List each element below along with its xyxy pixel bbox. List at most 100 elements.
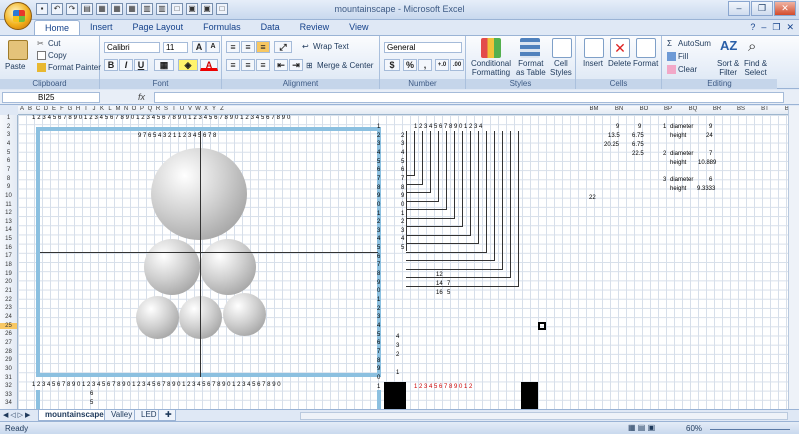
column-header-bt[interactable]: BT <box>753 106 777 112</box>
paste-button[interactable]: Paste <box>5 62 25 71</box>
clear-button[interactable]: Clear <box>667 65 697 75</box>
row-header-19[interactable]: 19 <box>0 271 17 277</box>
column-header-v[interactable]: V <box>186 106 194 112</box>
row-header-16[interactable]: 16 <box>0 245 17 251</box>
tab-view[interactable]: View <box>339 20 378 35</box>
binoculars-icon[interactable]: ⌕ <box>748 38 768 58</box>
insert-cells-icon[interactable] <box>584 38 604 58</box>
comma-button[interactable]: , <box>418 59 432 71</box>
border-icon[interactable]: ▦ <box>96 3 108 15</box>
format-button[interactable]: Format <box>633 59 658 68</box>
sort-filter-icon[interactable]: AZ <box>720 38 740 58</box>
conditional-formatting-button[interactable]: Conditional Formatting <box>471 59 511 77</box>
delete-button[interactable]: Delete <box>608 59 631 68</box>
copy-button[interactable]: Copy <box>37 51 67 61</box>
column-header-g[interactable]: G <box>66 106 74 112</box>
minimize-button[interactable]: – <box>728 1 750 16</box>
office-button[interactable] <box>4 2 32 30</box>
name-box[interactable]: BI25 <box>2 92 100 103</box>
column-header-o[interactable]: O <box>130 106 138 112</box>
format-as-table-button[interactable]: Format as Table <box>516 59 546 77</box>
bold-button[interactable]: B <box>104 59 118 71</box>
row-header-10[interactable]: 10 <box>0 193 17 199</box>
close-button[interactable]: ✕ <box>774 1 796 16</box>
column-header-br[interactable]: BR <box>705 106 729 112</box>
align-left-button[interactable]: ≡ <box>226 59 240 71</box>
percent-button[interactable]: % <box>403 59 417 71</box>
column-header-w[interactable]: W <box>194 106 202 112</box>
row-header-21[interactable]: 21 <box>0 288 17 294</box>
autosum-button[interactable]: Σ AutoSum <box>667 39 711 48</box>
horizontal-scrollbar[interactable] <box>300 412 788 420</box>
column-header-t[interactable]: T <box>170 106 178 112</box>
box-icon-3[interactable]: ▣ <box>201 3 213 15</box>
help-icon[interactable]: ? <box>750 22 755 33</box>
row-header-1[interactable]: 1 <box>0 115 17 121</box>
fill-button[interactable]: Fill <box>667 52 688 62</box>
formula-input[interactable] <box>154 92 784 103</box>
italic-button[interactable]: I <box>119 59 133 71</box>
row-header-23[interactable]: 23 <box>0 305 17 311</box>
currency-button[interactable]: $ <box>384 59 400 71</box>
format-as-table-icon[interactable] <box>520 38 540 58</box>
increase-decimal-button[interactable]: +.0 <box>435 59 449 71</box>
decrease-decimal-button[interactable]: .00 <box>450 59 464 71</box>
tab-formulas[interactable]: Formulas <box>193 20 251 35</box>
column-header-bm[interactable]: BM <box>582 106 606 112</box>
column-header-i[interactable]: I <box>82 106 90 112</box>
column-header-x[interactable]: X <box>202 106 210 112</box>
row-header-26[interactable]: 26 <box>0 331 17 337</box>
underline-button[interactable]: U <box>134 59 148 71</box>
row-header-6[interactable]: 6 <box>0 158 17 164</box>
redo-icon[interactable]: ↷ <box>66 3 78 15</box>
undo-icon[interactable]: ↶ <box>51 3 63 15</box>
column-header-q[interactable]: Q <box>146 106 154 112</box>
paste-icon[interactable] <box>8 40 28 60</box>
row-header-12[interactable]: 12 <box>0 210 17 216</box>
cell-styles-button[interactable]: Cell Styles <box>550 59 572 77</box>
tab-page-layout[interactable]: Page Layout <box>123 20 194 35</box>
view-buttons[interactable]: ▦ ▤ ▣ <box>628 423 655 432</box>
column-header-b[interactable]: B <box>26 106 34 112</box>
row-header-24[interactable]: 24 <box>0 314 17 320</box>
column-header-m[interactable]: M <box>114 106 122 112</box>
format-cells-icon[interactable] <box>636 38 656 58</box>
grow-font-button[interactable]: A <box>192 41 206 53</box>
shrink-font-button[interactable]: A <box>206 41 220 53</box>
font-color-button[interactable]: A <box>200 59 218 71</box>
vertical-scrollbar[interactable] <box>788 106 799 409</box>
sheet-nav-icons[interactable]: ◀ ◁ ▷ ▶ <box>3 411 30 419</box>
grid-icon[interactable]: ▦ <box>111 3 123 15</box>
merge-center-button[interactable]: ⊞ Merge & Center <box>306 61 373 70</box>
font-size-select[interactable]: 11 <box>163 42 188 53</box>
ribbon-restore-icon[interactable]: ❐ <box>772 22 780 33</box>
column-header-y[interactable]: Y <box>210 106 218 112</box>
column-header-n[interactable]: N <box>122 106 130 112</box>
row-header-8[interactable]: 8 <box>0 176 17 182</box>
find-select-button[interactable]: Find & Select <box>744 59 767 77</box>
column-header-bu[interactable]: BU <box>777 106 788 112</box>
row-header-20[interactable]: 20 <box>0 279 17 285</box>
insert-button[interactable]: Insert <box>583 59 603 68</box>
number-format-select[interactable]: General <box>384 42 462 53</box>
decrease-indent-button[interactable]: ⇤ <box>274 59 288 71</box>
column-header-d[interactable]: D <box>42 106 50 112</box>
align-middle-button[interactable]: ≡ <box>241 41 255 53</box>
align-bottom-button[interactable]: ≡ <box>256 41 270 53</box>
row-header-27[interactable]: 27 <box>0 340 17 346</box>
column-header-e[interactable]: E <box>50 106 58 112</box>
column-header-c[interactable]: C <box>34 106 42 112</box>
row-header-9[interactable]: 9 <box>0 184 17 190</box>
row-header-30[interactable]: 30 <box>0 366 17 372</box>
insert-sheet-tab[interactable]: ✚ <box>158 410 176 421</box>
box-icon[interactable]: □ <box>171 3 183 15</box>
row-header-3[interactable]: 3 <box>0 132 17 138</box>
row-header-28[interactable]: 28 <box>0 349 17 355</box>
row-header-7[interactable]: 7 <box>0 167 17 173</box>
row-header-31[interactable]: 31 <box>0 375 17 381</box>
format-painter-button[interactable]: Format Painter <box>37 63 101 73</box>
column-header-h[interactable]: H <box>74 106 82 112</box>
column-header-bo[interactable]: BO <box>632 106 656 112</box>
row-header-25[interactable]: 25 <box>0 322 17 329</box>
fill-color-button[interactable]: ◈ <box>178 59 198 71</box>
